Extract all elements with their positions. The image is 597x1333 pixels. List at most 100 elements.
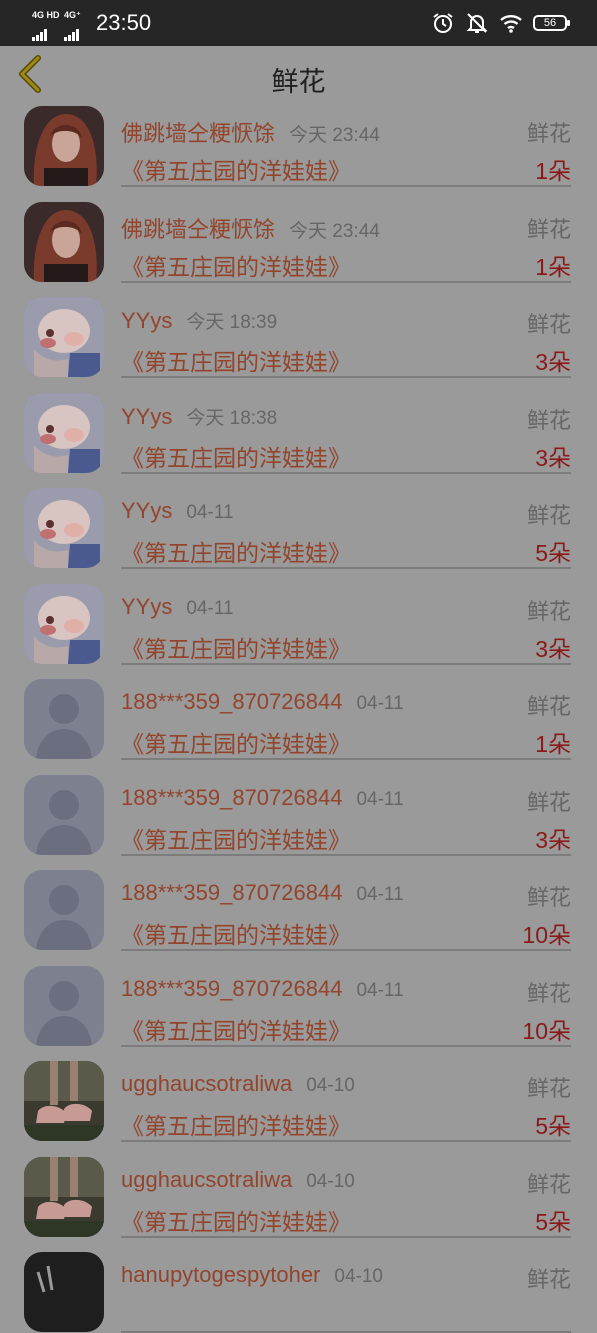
avatar[interactable] bbox=[24, 1156, 104, 1237]
divider bbox=[121, 758, 571, 760]
flower-count: 5朵 bbox=[535, 1208, 571, 1235]
default-person-image bbox=[24, 870, 104, 950]
portrait-red-hair-image bbox=[24, 106, 104, 186]
user-name: 佛跳墙仝粳恹馀 今天 23:44 bbox=[121, 212, 380, 244]
gift-type: 鲜花 bbox=[526, 980, 571, 1006]
flower-record-item[interactable]: hanupytogespytoher 04-10 鲜花 bbox=[0, 1246, 597, 1333]
avatar[interactable] bbox=[24, 679, 104, 759]
sneakers-photo-image bbox=[24, 1156, 104, 1237]
clock: 23:50 bbox=[96, 10, 152, 35]
avatar[interactable] bbox=[24, 965, 104, 1046]
flower-record-item[interactable]: YYys 04-11 鲜花 《第五庄园的洋娃娃》 5朵 bbox=[0, 482, 597, 578]
avatar[interactable] bbox=[24, 870, 104, 950]
gift-type: 鲜花 bbox=[526, 789, 571, 815]
portrait-red-hair-image bbox=[24, 201, 104, 282]
timestamp: 04-10 bbox=[334, 1266, 383, 1287]
avatar[interactable] bbox=[24, 1061, 104, 1141]
timestamp: 04-10 bbox=[306, 1170, 355, 1192]
network-type-2: 4G⁺ bbox=[64, 10, 81, 20]
network-type-1: 4G HD bbox=[32, 10, 60, 20]
divider bbox=[121, 1235, 571, 1238]
signal-indicators: 4G HD 4G⁺ bbox=[32, 10, 92, 41]
gift-type: 鲜花 bbox=[526, 503, 571, 528]
flower-record-item[interactable]: YYys 今天 18:38 鲜花 《第五庄园的洋娃娃》 3朵 bbox=[0, 387, 597, 483]
pig-cartoon-image bbox=[24, 488, 104, 568]
avatar[interactable] bbox=[24, 297, 104, 377]
user-name-text: 188***359_870726844 bbox=[121, 689, 343, 714]
gift-type: 鲜花 bbox=[526, 598, 571, 624]
user-name: 188***359_870726844 04-11 bbox=[121, 976, 404, 1002]
user-name-text: 188***359_870726844 bbox=[121, 880, 343, 905]
default-person-image bbox=[24, 679, 104, 759]
avatar[interactable] bbox=[24, 774, 104, 855]
user-name: 188***359_870726844 04-11 bbox=[121, 689, 404, 715]
default-person-image bbox=[24, 965, 104, 1046]
book-title: 《第五庄园的洋娃娃》 bbox=[121, 731, 351, 757]
avatar[interactable] bbox=[24, 201, 104, 282]
timestamp: 今天 18:38 bbox=[186, 407, 278, 429]
pig-cartoon-image bbox=[24, 583, 104, 664]
avatar[interactable] bbox=[24, 583, 104, 664]
gift-type: 鲜花 bbox=[526, 694, 571, 719]
user-name: YYys 04-11 bbox=[121, 498, 234, 524]
flower-count: 10朵 bbox=[522, 1017, 571, 1044]
flower-record-item[interactable]: ugghaucsotraliwa 04-10 鲜花 《第五庄园的洋娃娃》 5朵 bbox=[0, 1055, 597, 1151]
flower-record-item[interactable]: 188***359_870726844 04-11 鲜花 《第五庄园的洋娃娃》 1… bbox=[0, 673, 597, 769]
timestamp: 04-11 bbox=[186, 597, 234, 619]
flower-record-item[interactable]: 188***359_870726844 04-11 鲜花 《第五庄园的洋娃娃》 1… bbox=[0, 864, 597, 960]
book-title: 《第五庄园的洋娃娃》 bbox=[121, 349, 351, 375]
gift-type: 鲜花 bbox=[526, 1171, 571, 1197]
avatar[interactable] bbox=[24, 106, 104, 186]
book-title: 《第五庄园的洋娃娃》 bbox=[121, 922, 351, 948]
divider bbox=[121, 662, 571, 665]
flower-count: 3朵 bbox=[535, 444, 571, 471]
timestamp: 04-11 bbox=[356, 979, 404, 1001]
flower-record-item[interactable]: 188***359_870726844 04-11 鲜花 《第五庄园的洋娃娃》 3… bbox=[0, 769, 597, 865]
book-title: 《第五庄园的洋娃娃》 bbox=[121, 1208, 351, 1235]
user-name: YYys 今天 18:38 bbox=[121, 403, 277, 430]
book-title: 《第五庄园的洋娃娃》 bbox=[121, 826, 351, 853]
gift-type: 鲜花 bbox=[526, 885, 571, 910]
avatar[interactable] bbox=[24, 392, 104, 473]
divider bbox=[121, 1140, 571, 1142]
flower-record-item[interactable]: ugghaucsotraliwa 04-10 鲜花 《第五庄园的洋娃娃》 5朵 bbox=[0, 1151, 597, 1247]
timestamp: 今天 23:44 bbox=[289, 220, 380, 242]
flower-record-item[interactable]: YYys 04-11 鲜花 《第五庄园的洋娃娃》 3朵 bbox=[0, 578, 597, 674]
user-name: 188***359_870726844 04-11 bbox=[121, 880, 404, 906]
avatar[interactable] bbox=[24, 1252, 104, 1332]
flower-count: 10朵 bbox=[522, 922, 571, 948]
user-name-text: YYys bbox=[121, 403, 173, 429]
pig-cartoon-image bbox=[24, 392, 104, 473]
pig-cartoon-image bbox=[24, 297, 104, 377]
user-name: 188***359_870726844 04-11 bbox=[121, 785, 404, 811]
flower-record-item[interactable]: 佛跳墙仝粳恹馀 今天 23:44 鲜花 《第五庄园的洋娃娃》 1朵 bbox=[0, 196, 597, 292]
flower-record-item[interactable]: YYys 今天 18:39 鲜花 《第五庄园的洋娃娃》 3朵 bbox=[0, 291, 597, 387]
gift-type: 鲜花 bbox=[526, 121, 571, 146]
divider bbox=[121, 1044, 571, 1047]
user-name: ugghaucsotraliwa 04-10 bbox=[121, 1167, 355, 1193]
nav-bar: 鲜花 bbox=[0, 46, 597, 100]
status-bar: 4G HD 4G⁺ 23:50 56 bbox=[0, 0, 597, 46]
timestamp: 04-11 bbox=[356, 884, 404, 905]
gift-type: 鲜花 bbox=[526, 216, 571, 242]
user-name-text: YYys bbox=[121, 308, 173, 333]
book-title: 《第五庄园的洋娃娃》 bbox=[121, 444, 351, 471]
user-name: hanupytogespytoher 04-10 bbox=[121, 1262, 383, 1288]
gift-type: 鲜花 bbox=[526, 1267, 571, 1292]
avatar[interactable] bbox=[24, 488, 104, 568]
user-name-text: ugghaucsotraliwa bbox=[121, 1071, 293, 1096]
flower-record-item[interactable]: 188***359_870726844 04-11 鲜花 《第五庄园的洋娃娃》 1… bbox=[0, 960, 597, 1056]
divider bbox=[121, 280, 571, 283]
flower-record-list: 佛跳墙仝粳恹馀 今天 23:44 鲜花 《第五庄园的洋娃娃》 1朵 佛跳墙仝粳恹馀… bbox=[0, 100, 597, 1333]
user-name: YYys 今天 18:39 bbox=[121, 307, 277, 334]
divider bbox=[121, 471, 571, 474]
flower-count: 1朵 bbox=[535, 158, 571, 184]
timestamp: 04-11 bbox=[356, 788, 404, 810]
user-name: 佛跳墙仝粳恹馀 今天 23:44 bbox=[121, 116, 380, 148]
alarm-icon bbox=[433, 13, 453, 33]
book-title: 《第五庄园的洋娃娃》 bbox=[121, 540, 351, 566]
bell-off-icon bbox=[466, 13, 488, 33]
user-name-text: YYys bbox=[121, 498, 173, 523]
book-title: 《第五庄园的洋娃娃》 bbox=[121, 158, 351, 184]
flower-record-item[interactable]: 佛跳墙仝粳恹馀 今天 23:44 鲜花 《第五庄园的洋娃娃》 1朵 bbox=[0, 100, 597, 196]
